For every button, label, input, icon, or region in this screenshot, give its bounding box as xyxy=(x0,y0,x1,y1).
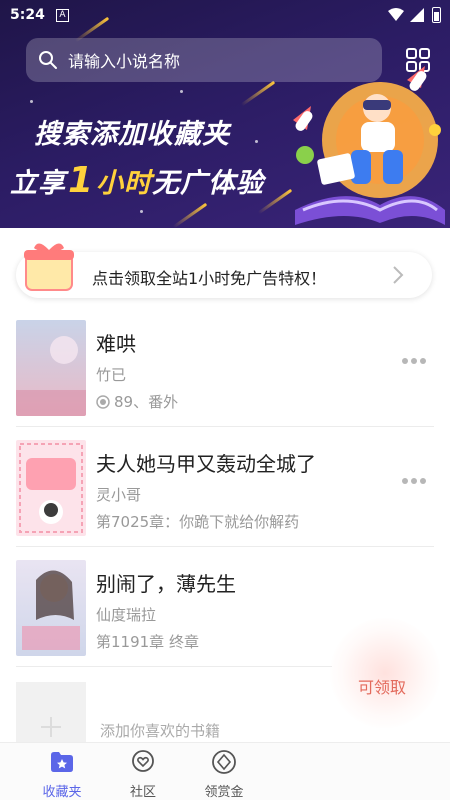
banner-headline-highlight: 小时 xyxy=(96,168,153,199)
book-chapter-text: 第1191章 终章 xyxy=(96,633,199,651)
banner[interactable]: 5:24 A 请输入小说名称 搜索添加收藏夹 立享 1 小时 无广体验 xyxy=(0,0,450,228)
banner-headline-1: 搜索添加收藏夹 xyxy=(34,119,230,150)
plus-icon-vertical xyxy=(50,717,52,737)
banner-headline-prefix: 立享 xyxy=(10,168,66,199)
search-placeholder: 请输入小说名称 xyxy=(68,52,181,71)
promo-text: 点击领取全站1小时免广告特权！ xyxy=(92,269,327,288)
divider xyxy=(16,426,434,427)
chevron-right-icon xyxy=(393,266,404,284)
nav-label: 社区 xyxy=(129,785,156,800)
nav-item-community[interactable]: 社区 xyxy=(107,743,177,800)
book-chapter: 第7025章：你跪下就给你解药 xyxy=(96,511,299,532)
book-title: 难哄 xyxy=(96,332,136,356)
floating-claim-button[interactable]: 可领取 xyxy=(330,618,440,728)
nav-label: 收藏夹 xyxy=(42,785,82,800)
status-bar: 5:24 A xyxy=(0,0,450,30)
book-cover xyxy=(16,440,86,536)
book-chapter-text: 89、番外 xyxy=(114,393,179,411)
banner-headline-number: 1 xyxy=(68,160,95,201)
chat-heart-icon xyxy=(132,750,154,772)
divider xyxy=(16,666,332,667)
book-author: 竹已 xyxy=(96,366,127,384)
sim-icon: A xyxy=(56,9,69,22)
book-chapter-text: 第7025章：你跪下就给你解药 xyxy=(96,513,300,531)
more-options-icon[interactable] xyxy=(402,478,426,486)
battery-icon xyxy=(432,7,441,23)
reward-diamond-icon xyxy=(212,750,236,774)
star-decoration xyxy=(30,100,33,103)
book-author: 灵小哥 xyxy=(96,486,142,504)
more-options-icon[interactable] xyxy=(402,358,426,366)
book-item[interactable]: 夫人她马甲又轰动全城了 灵小哥 第7025章：你跪下就给你解药 xyxy=(16,440,434,552)
signal-icon xyxy=(410,8,424,22)
book-chapter: 89、番外 xyxy=(96,391,178,412)
banner-headline-suffix: 无广体验 xyxy=(152,168,265,199)
book-title: 别闹了，薄先生 xyxy=(96,572,236,596)
radio-dot-icon xyxy=(96,394,110,409)
book-chapter: 第1191章 终章 xyxy=(96,631,199,652)
reading-astronaut-illustration xyxy=(293,66,445,225)
wifi-icon xyxy=(388,8,404,21)
status-time: 5:24 xyxy=(10,7,45,23)
folder-star-icon xyxy=(51,752,73,772)
ad-free-promo-banner[interactable]: 点击领取全站1小时免广告特权！ xyxy=(16,243,432,298)
book-cover xyxy=(16,560,86,656)
nav-item-reward[interactable]: 领赏金 xyxy=(188,743,258,800)
gift-badge-icon xyxy=(24,243,74,291)
nav-item-favorites[interactable]: 收藏夹 xyxy=(26,743,96,800)
floating-claim-label: 可领取 xyxy=(358,678,407,697)
bottom-navigation: 收藏夹 社区 领赏金 xyxy=(0,742,450,800)
meteor-decoration xyxy=(240,80,276,107)
star-decoration xyxy=(255,140,258,143)
star-decoration xyxy=(180,90,183,93)
add-book-text[interactable]: 添加你喜欢的书籍 xyxy=(100,720,220,741)
book-cover xyxy=(16,320,86,416)
book-item[interactable]: 难哄 竹已 89、番外 xyxy=(16,320,434,432)
star-decoration xyxy=(140,210,143,213)
banner-headline-2: 立享 1 小时 无广体验 xyxy=(10,160,264,201)
search-icon xyxy=(39,51,57,69)
meteor-decoration xyxy=(172,202,208,228)
book-title: 夫人她马甲又轰动全城了 xyxy=(96,452,316,476)
divider xyxy=(16,546,434,547)
nav-label: 领赏金 xyxy=(204,785,244,800)
book-author: 仙度瑞拉 xyxy=(96,606,157,624)
